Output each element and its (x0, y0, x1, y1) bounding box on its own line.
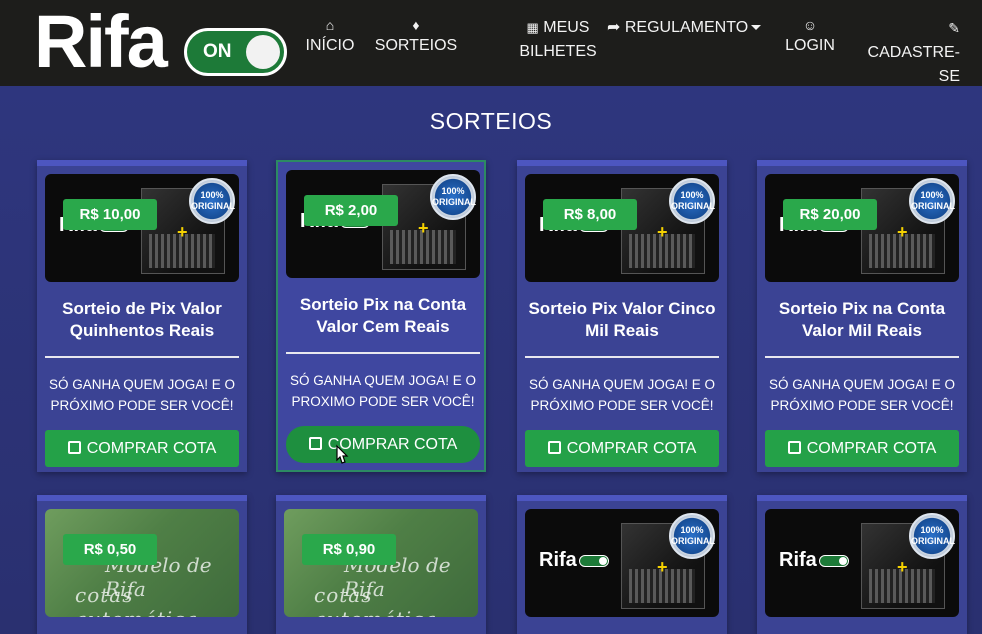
card-description: SÓ GANHA QUEM JOGA! E O PROXIMO PODE SER… (289, 373, 477, 409)
raffle-thumbnail[interactable]: + Rifa 100% ORIGINAL (525, 509, 719, 617)
price-badge: R$ 10,00 (63, 199, 157, 230)
card-title[interactable]: Sorteio de Pix Valor Quinhentos Reais (45, 298, 239, 342)
buy-ticket-button[interactable]: COMPRAR COTA (525, 430, 719, 467)
card-description: SÓ GANHA QUEM JOGA! E O PRÓXIMO PODE SER… (48, 377, 236, 413)
nav-login[interactable]: ☺ LOGIN (780, 16, 840, 58)
raffle-thumbnail[interactable]: Modelo de Rifa cotas automática R$ 0,50 (45, 509, 239, 617)
raffle-card[interactable]: + Rifa 100% ORIGINAL (517, 495, 727, 634)
raffle-card[interactable]: Modelo de Rifa cotas automática R$ 0,50 (37, 495, 247, 634)
nav-regulamento[interactable]: ➦ REGULAMENTO (607, 16, 762, 40)
share-icon: ➦ (607, 19, 621, 36)
nav-sorteios-label: SORTEIOS (374, 37, 458, 54)
buy-ticket-button[interactable]: COMPRAR COTA (286, 426, 480, 463)
price-badge: R$ 2,00 (304, 195, 398, 226)
thumb-logo: Rifa (539, 549, 609, 572)
card-title[interactable]: Sorteio Pix na Conta Valor Mil Reais (765, 298, 959, 342)
buy-ticket-button[interactable]: COMPRAR COTA (45, 430, 239, 467)
nav-cadastre-se[interactable]: ✎ CADASTRE- SE (852, 16, 960, 89)
original-seal-badge: 100% ORIGINAL (669, 178, 715, 224)
checkbox-icon (308, 437, 322, 450)
raffle-thumbnail[interactable]: + Rifa 100% ORIGINAL R$ 8,00 (525, 174, 719, 282)
raffle-thumbnail[interactable]: Modelo de Rifa cotas automática R$ 0,90 (284, 509, 478, 617)
checkbox-icon (67, 441, 81, 454)
chevron-down-icon (751, 25, 762, 31)
price-badge: R$ 0,50 (63, 534, 157, 565)
raffle-card[interactable]: + Rifa 100% ORIGINAL R$ 8,00 Sorteio Pix… (517, 160, 727, 472)
toggle-label: ON (203, 41, 232, 62)
thumb-logo: Rifa (779, 549, 849, 572)
user-icon: ☺ (802, 17, 818, 33)
home-icon: ⌂ (325, 17, 335, 33)
divider (765, 356, 959, 358)
nav-bilhetes-line1: MEUS (543, 19, 590, 36)
plus-icon: + (897, 557, 908, 577)
divider (45, 356, 239, 358)
original-seal-badge: 100% ORIGINAL (189, 178, 235, 224)
plus-icon: + (897, 222, 908, 242)
thumb-script-line2: cotas automática (314, 583, 436, 617)
page-title: SORTEIOS (429, 108, 553, 134)
buy-ticket-button[interactable]: COMPRAR COTA (765, 430, 959, 467)
thumb-script-line2: cotas automática (75, 583, 197, 617)
site-logo[interactable]: Rifa (34, 2, 168, 82)
raffle-card[interactable]: + Rifa 100% ORIGINAL (757, 495, 967, 634)
card-title[interactable]: Sorteio Pix Valor Cinco Mil Reais (525, 298, 719, 342)
nav-sorteios[interactable]: ♦ SORTEIOS (374, 16, 458, 58)
nav-login-label: LOGIN (785, 37, 835, 54)
raffle-thumbnail[interactable]: + Rifa 100% ORIGINAL R$ 10,00 (45, 174, 239, 282)
raffle-card[interactable]: + Rifa 100% ORIGINAL R$ 2,00 Sorteio Pix… (276, 160, 486, 472)
navbar: Rifa ON ⌂ INÍCIO ♦ SORTEIOS ▦ MEUS BILHE… (0, 0, 982, 86)
original-seal-badge: 100% ORIGINAL (909, 178, 955, 224)
toggle-knob (246, 35, 280, 69)
card-description: SÓ GANHA QUEM JOGA! E O PRÓXIMO PODE SER… (528, 377, 716, 413)
ticket-icon: ♦ (412, 17, 420, 33)
original-seal-badge: 100% ORIGINAL (430, 174, 476, 220)
nav-inicio-label: INÍCIO (305, 37, 355, 54)
nav-meus-bilhetes[interactable]: ▦ MEUS BILHETES (518, 16, 598, 64)
price-badge: R$ 20,00 (783, 199, 877, 230)
raffle-card[interactable]: Modelo de Rifa cotas automática R$ 0,90 (276, 495, 486, 634)
plus-icon: + (657, 557, 668, 577)
card-title[interactable]: Sorteio Pix na Conta Valor Cem Reais (286, 294, 480, 338)
nav-cadastre-line2: SE (938, 68, 960, 85)
raffle-card[interactable]: + Rifa 100% ORIGINAL R$ 10,00 Sorteio de… (37, 160, 247, 472)
divider (286, 352, 480, 354)
price-badge: R$ 0,90 (302, 534, 396, 565)
nav-regulamento-label: REGULAMENTO (624, 19, 749, 36)
card-description: SÓ GANHA QUEM JOGA! E O PRÓXIMO PODE SER… (768, 377, 956, 413)
raffle-card[interactable]: + Rifa 100% ORIGINAL R$ 20,00 Sorteio Pi… (757, 160, 967, 472)
original-seal-badge: 100% ORIGINAL (909, 513, 955, 559)
nav-inicio[interactable]: ⌂ INÍCIO (300, 16, 360, 58)
raffle-thumbnail[interactable]: + Rifa 100% ORIGINAL R$ 20,00 (765, 174, 959, 282)
raffle-thumbnail[interactable]: + Rifa 100% ORIGINAL R$ 2,00 (286, 170, 480, 278)
buy-label: COMPRAR COTA (86, 440, 217, 457)
grid-icon: ▦ (526, 20, 539, 35)
price-badge: R$ 8,00 (543, 199, 637, 230)
plus-icon: + (657, 222, 668, 242)
checkbox-icon (787, 441, 801, 454)
edit-icon: ✎ (948, 20, 960, 36)
raffle-thumbnail[interactable]: + Rifa 100% ORIGINAL (765, 509, 959, 617)
nav-bilhetes-line2: BILHETES (519, 43, 597, 60)
plus-icon: + (177, 222, 188, 242)
on-toggle[interactable]: ON (184, 28, 287, 76)
plus-icon: + (418, 218, 429, 238)
divider (525, 356, 719, 358)
buy-label: COMPRAR COTA (806, 440, 937, 457)
original-seal-badge: 100% ORIGINAL (669, 513, 715, 559)
checkbox-icon (547, 441, 561, 454)
buy-label: COMPRAR COTA (566, 440, 697, 457)
nav-cadastre-line1: CADASTRE- (867, 44, 960, 61)
